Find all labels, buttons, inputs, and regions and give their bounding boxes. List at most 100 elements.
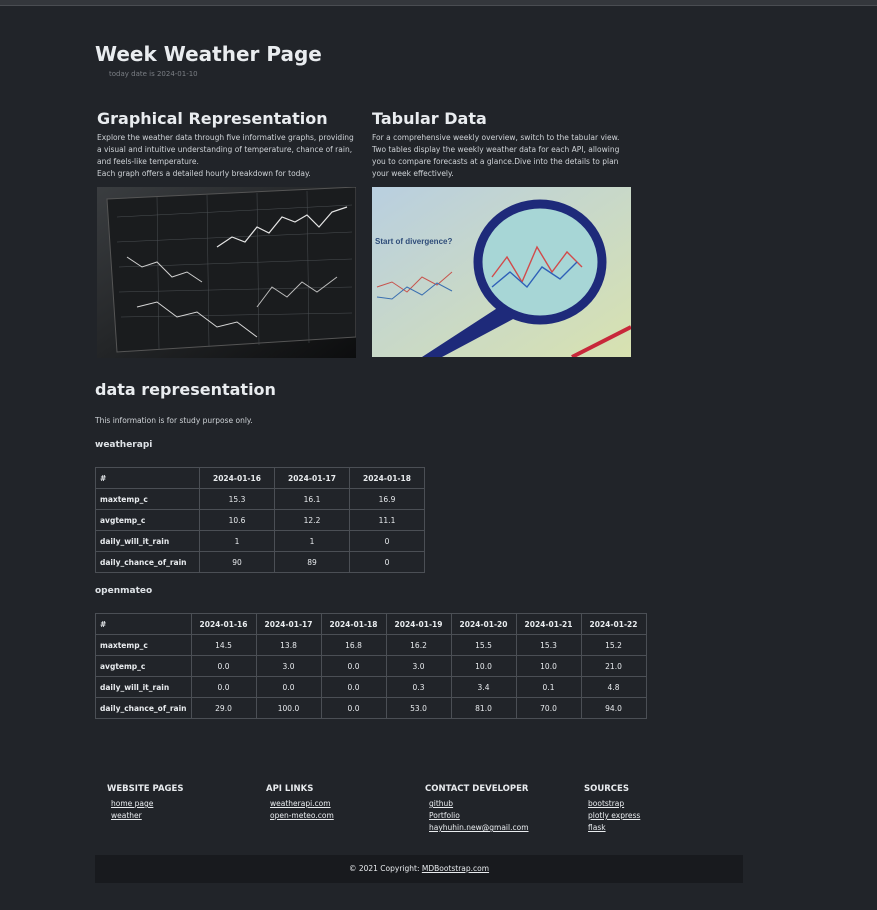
table-cell: 0 (349, 530, 425, 552)
feature-graphical-line-1: Explore the weather data through five in… (97, 133, 354, 166)
column-header: 2024-01-22 (580, 613, 647, 635)
column-header: 2024-01-16 (199, 467, 275, 489)
row-label: daily_chance_of_rain (95, 697, 192, 719)
column-header: 2024-01-19 (385, 613, 452, 635)
footer-website-pages: WEBSITE PAGES home page weather (107, 784, 183, 822)
feature-tabular-text: For a comprehensive weekly overview, swi… (372, 132, 634, 180)
feature-graphical-line-2: Each graph offers a detailed hourly brea… (97, 169, 311, 178)
table-cell: 10.6 (199, 509, 275, 531)
openmateo-table-title: openmateo (95, 586, 153, 596)
feature-tabular-line-1: For a comprehensive weekly overview, swi… (372, 133, 620, 142)
table-cell: 0.0 (190, 676, 257, 698)
feature-graphical-text: Explore the weather data through five in… (97, 132, 359, 180)
stock-charts-image (97, 187, 356, 358)
row-label: daily_chance_of_rain (95, 551, 200, 573)
table-cell: 1 (199, 530, 275, 552)
column-header: 2024-01-21 (515, 613, 582, 635)
footer-column-title: WEBSITE PAGES (107, 784, 184, 794)
page-header: Week Weather Page today date is 2024-01-… (95, 42, 322, 78)
table-cell: 3.4 (450, 676, 517, 698)
table-cell: 16.2 (385, 634, 452, 656)
table-cell: 3.0 (385, 655, 452, 677)
table-cell: 10.0 (515, 655, 582, 677)
table-row: maxtemp_c 14.5 13.8 16.8 16.2 15.5 15.3 … (95, 634, 647, 656)
row-label: avgtemp_c (95, 509, 200, 531)
footer-link-portfolio[interactable]: Portfolio (429, 810, 529, 822)
study-purpose-note: This information is for study purpose on… (95, 416, 253, 425)
table-cell: 11.1 (349, 509, 425, 531)
table-cell: 0 (349, 551, 425, 573)
weatherapi-table-title: weatherapi (95, 440, 153, 450)
feature-graphical-title: Graphical Representation (97, 109, 328, 128)
footer-link-email[interactable]: hayhuhin.new@gmail.com (429, 822, 529, 834)
footer-contact-developer: CONTACT DEVELOPER github Portfolio hayhu… (425, 784, 529, 834)
table-cell: 0.0 (255, 676, 322, 698)
table-cell: 14.5 (190, 634, 257, 656)
table-row: maxtemp_c 15.3 16.1 16.9 (95, 488, 425, 510)
copyright-bar: © 2021 Copyright: MDBootstrap.com (95, 855, 743, 883)
row-label: maxtemp_c (95, 634, 192, 656)
table-row: avgtemp_c 0.0 3.0 0.0 3.0 10.0 10.0 21.0 (95, 655, 647, 677)
data-representation-title: data representation (95, 380, 276, 399)
table-cell: 15.5 (450, 634, 517, 656)
magnifying-glass-chart-image: Start of divergence? (372, 187, 631, 357)
table-cell: 0.3 (385, 676, 452, 698)
column-header: # (95, 467, 200, 489)
column-header: # (95, 613, 192, 635)
column-header: 2024-01-16 (190, 613, 257, 635)
row-label: maxtemp_c (95, 488, 200, 510)
table-cell: 13.8 (255, 634, 322, 656)
table-cell: 0.0 (320, 676, 387, 698)
footer-link-github[interactable]: github (429, 798, 529, 810)
table-cell: 12.2 (274, 509, 350, 531)
page-title: Week Weather Page (95, 42, 322, 66)
copyright-link[interactable]: MDBootstrap.com (422, 864, 489, 873)
table-cell: 89 (274, 551, 350, 573)
table-cell: 53.0 (385, 697, 452, 719)
table-cell: 4.8 (580, 676, 647, 698)
image-chart-caption: Start of divergence? (375, 237, 452, 246)
footer-column-title: CONTACT DEVELOPER (425, 784, 529, 794)
table-cell: 0.0 (190, 655, 257, 677)
table-cell: 0.1 (515, 676, 582, 698)
footer-link-weather[interactable]: weather (111, 810, 183, 822)
column-header: 2024-01-20 (450, 613, 517, 635)
table-row: daily_chance_of_rain 90 89 0 (95, 551, 425, 573)
table-cell: 94.0 (580, 697, 647, 719)
table-cell: 1 (274, 530, 350, 552)
table-cell: 10.0 (450, 655, 517, 677)
footer-sources: SOURCES bootstrap plotly express flask (584, 784, 640, 834)
table-cell: 21.0 (580, 655, 647, 677)
footer-column-title: API LINKS (266, 784, 314, 794)
column-header: 2024-01-17 (255, 613, 322, 635)
feature-graphical: Graphical Representation Explore the wea… (97, 109, 359, 180)
weatherapi-table: # 2024-01-16 2024-01-17 2024-01-18 maxte… (95, 467, 425, 573)
footer-column-title: SOURCES (584, 784, 629, 794)
table-cell: 16.8 (320, 634, 387, 656)
openmateo-table: # 2024-01-16 2024-01-17 2024-01-18 2024-… (95, 613, 647, 719)
today-date-text: today date is 2024-01-10 (109, 70, 198, 78)
column-header: 2024-01-17 (274, 467, 350, 489)
table-cell: 70.0 (515, 697, 582, 719)
table-cell: 16.9 (349, 488, 425, 510)
footer-link-flask[interactable]: flask (588, 822, 640, 834)
table-cell: 3.0 (255, 655, 322, 677)
footer-link-open-meteo[interactable]: open-meteo.com (270, 810, 334, 822)
browser-top-bar (0, 0, 877, 6)
table-cell: 0.0 (320, 697, 387, 719)
footer-link-plotly-express[interactable]: plotly express (588, 810, 640, 822)
footer-link-bootstrap[interactable]: bootstrap (588, 798, 640, 810)
feature-tabular-line-2: Two tables display the weekly weather da… (372, 145, 620, 178)
table-cell: 0.0 (320, 655, 387, 677)
footer-link-home-page[interactable]: home page (111, 798, 183, 810)
table-cell: 15.3 (515, 634, 582, 656)
table-cell: 90 (199, 551, 275, 573)
column-header: 2024-01-18 (349, 467, 425, 489)
table-cell: 29.0 (190, 697, 257, 719)
table-header-row: # 2024-01-16 2024-01-17 2024-01-18 2024-… (95, 613, 647, 635)
table-cell: 81.0 (450, 697, 517, 719)
footer-link-weatherapi[interactable]: weatherapi.com (270, 798, 334, 810)
feature-tabular: Tabular Data For a comprehensive weekly … (372, 109, 634, 180)
table-row: avgtemp_c 10.6 12.2 11.1 (95, 509, 425, 531)
column-header: 2024-01-18 (320, 613, 387, 635)
